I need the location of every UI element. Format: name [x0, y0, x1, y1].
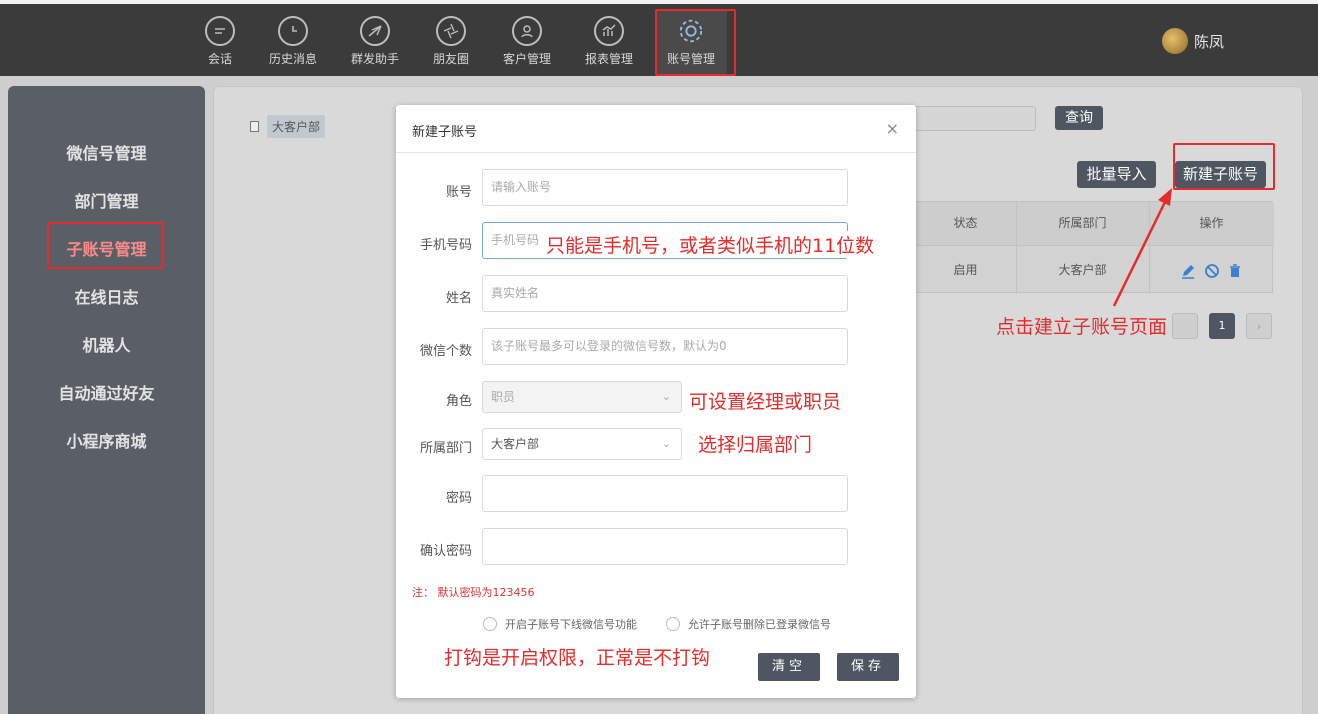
password-label: 密码: [445, 491, 472, 506]
annotation-role: 可设置经理或职员: [689, 391, 842, 413]
prev-page-button[interactable]: [1172, 313, 1198, 339]
role-select[interactable]: 职员 ⌄: [482, 381, 682, 413]
table-header-actions: 操作: [1149, 202, 1274, 245]
checkbox-circle[interactable]: [666, 617, 680, 631]
table-cell-status: 启用: [915, 245, 1016, 293]
aperture-icon: [436, 16, 466, 46]
sidebar-item-department[interactable]: 部门管理: [8, 188, 205, 212]
nav-item-reports[interactable]: 报表管理: [573, 10, 645, 74]
user-name: 陈凤: [1193, 32, 1224, 51]
nav-label: 历史消息: [268, 52, 317, 66]
password-input[interactable]: [482, 475, 848, 512]
nav-item-chat[interactable]: 会话: [184, 10, 256, 74]
department-select[interactable]: 大客户部 ⌄: [482, 428, 682, 460]
annotation-new-page: 点击建立子账号页面: [996, 316, 1168, 338]
wechat-count-input[interactable]: 该子账号最多可以登录的微信号数，默认为0: [482, 328, 848, 365]
sidebar-item-online-log[interactable]: 在线日志: [8, 284, 205, 308]
checkbox-circle[interactable]: [483, 617, 497, 631]
name-input[interactable]: 真实姓名: [482, 275, 848, 312]
highlight-account-nav: [655, 9, 736, 76]
confirm-password-label: 确认密码: [419, 544, 472, 559]
role-label: 角色: [445, 394, 472, 409]
chat-icon: [205, 16, 235, 46]
close-icon[interactable]: ×: [886, 119, 899, 138]
table-header-department: 所属部门: [1016, 202, 1149, 245]
checkbox-label: 允许子账号删除已登录微信号: [688, 618, 831, 631]
table-cell-actions: [1149, 245, 1274, 293]
table-header-status: 状态: [915, 202, 1016, 245]
document-icon: [250, 121, 259, 132]
tree-item[interactable]: 大客户部: [250, 115, 326, 138]
nav-item-broadcast[interactable]: 群发助手: [339, 10, 411, 74]
checkbox-delete-wechat[interactable]: 允许子账号删除已登录微信号: [666, 616, 831, 632]
sidebar-item-wechat[interactable]: 微信号管理: [8, 140, 205, 164]
wechat-count-label: 微信个数: [419, 344, 472, 359]
subaccount-table: 状态 所属部门 操作 启用 大客户部: [914, 201, 1274, 294]
avatar: [1161, 28, 1188, 54]
search-input[interactable]: [914, 106, 1036, 131]
account-label: 账号: [445, 185, 472, 200]
annotation-department: 选择归属部门: [698, 434, 813, 456]
chart-icon: [594, 16, 624, 46]
annotation-phone: 只能是手机号，或者类似手机的11位数: [546, 231, 875, 258]
tree-item-label: 大客户部: [267, 115, 326, 138]
nav-label: 朋友圈: [432, 52, 469, 66]
clock-icon: [278, 16, 308, 46]
table-cell-department: 大客户部: [1016, 245, 1149, 293]
nav-label: 报表管理: [584, 52, 633, 66]
user-icon: [512, 16, 542, 46]
role-value: 职员: [491, 390, 516, 404]
dialog-title: 新建子账号: [412, 125, 478, 140]
save-button[interactable]: 保存: [837, 653, 899, 681]
highlight-subaccount-item: [47, 222, 164, 269]
account-input[interactable]: 请输入账号: [482, 169, 848, 206]
clear-button[interactable]: 清空: [758, 653, 820, 681]
checkbox-offline-wechat[interactable]: 开启子账号下线微信号功能: [483, 616, 637, 632]
nav-item-moments[interactable]: 朋友圈: [415, 10, 487, 74]
trash-icon[interactable]: [1227, 263, 1243, 279]
department-value: 大客户部: [491, 437, 540, 451]
nav-label: 会话: [207, 52, 232, 66]
user-menu[interactable]: 陈凤: [1161, 28, 1224, 54]
disable-icon[interactable]: [1204, 263, 1220, 279]
department-label: 所属部门: [419, 441, 472, 456]
nav-item-customers[interactable]: 客户管理: [491, 10, 563, 74]
batch-import-button[interactable]: 批量导入: [1077, 161, 1156, 188]
chevron-down-icon: ⌄: [661, 390, 671, 403]
highlight-new-button: [1173, 143, 1275, 190]
dialog-header: 新建子账号 ×: [396, 105, 916, 153]
edit-icon[interactable]: [1180, 263, 1196, 279]
sidebar-item-robot[interactable]: 机器人: [8, 332, 205, 356]
checkbox-label: 开启子账号下线微信号功能: [505, 618, 637, 631]
confirm-password-input[interactable]: [482, 528, 848, 565]
chevron-down-icon: ⌄: [661, 437, 671, 450]
sidebar: 微信号管理 部门管理 子账号管理 在线日志 机器人 自动通过好友 小程序商城: [8, 86, 205, 714]
annotation-checkbox: 打钩是开启权限，正常是不打钩: [444, 647, 711, 669]
sidebar-item-auto-accept[interactable]: 自动通过好友: [8, 380, 205, 404]
nav-label: 群发助手: [350, 52, 399, 66]
sidebar-item-mini-store[interactable]: 小程序商城: [8, 428, 205, 452]
search-button[interactable]: 查询: [1055, 106, 1103, 130]
nav-item-history[interactable]: 历史消息: [257, 10, 329, 74]
next-page-button[interactable]: ›: [1246, 313, 1272, 339]
default-password-note: 注： 默认密码为123456: [412, 586, 535, 599]
page-button-current[interactable]: 1: [1209, 313, 1235, 339]
nav-label: 客户管理: [502, 52, 551, 66]
phone-label: 手机号码: [419, 238, 472, 253]
name-label: 姓名: [445, 291, 472, 306]
send-icon: [360, 16, 390, 46]
